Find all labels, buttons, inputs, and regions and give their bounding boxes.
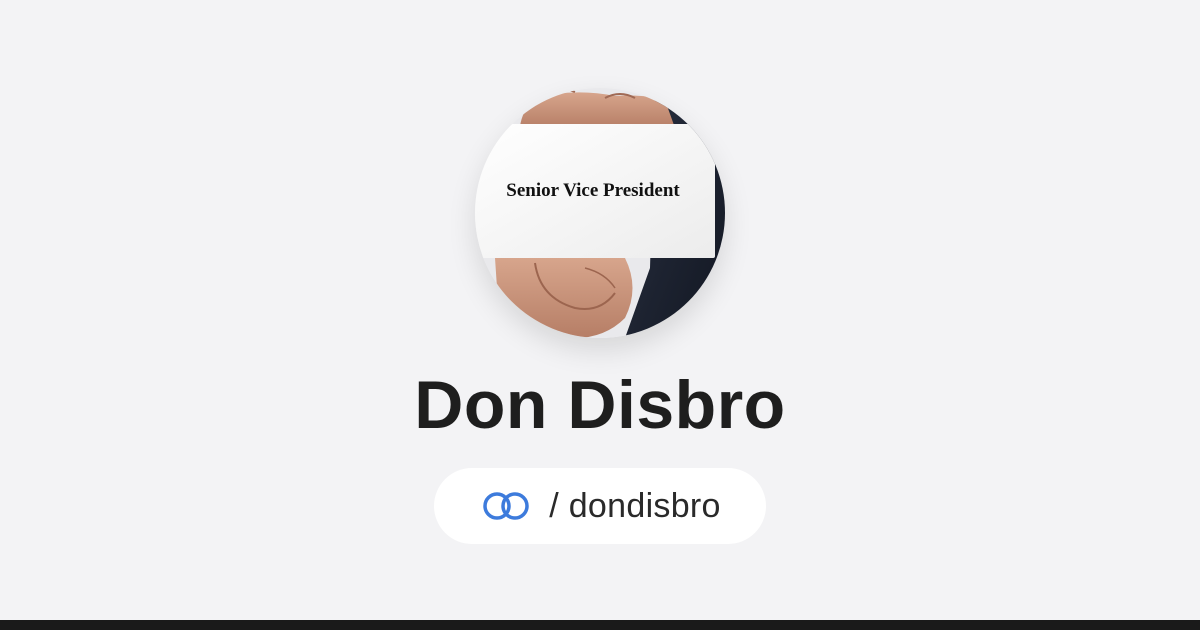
profile-card: Senior Vice President Don Disbro / dondi…: [0, 0, 1200, 620]
footer-bar: [0, 620, 1200, 630]
profile-handle-link[interactable]: / dondisbro: [434, 468, 766, 544]
avatar-image: Senior Vice President: [475, 88, 725, 338]
profile-name: Don Disbro: [414, 367, 786, 443]
avatar: Senior Vice President: [475, 88, 725, 338]
linked-rings-icon: [479, 489, 535, 523]
profile-handle: / dondisbro: [549, 486, 721, 525]
avatar-card-text: Senior Vice President: [506, 180, 680, 201]
